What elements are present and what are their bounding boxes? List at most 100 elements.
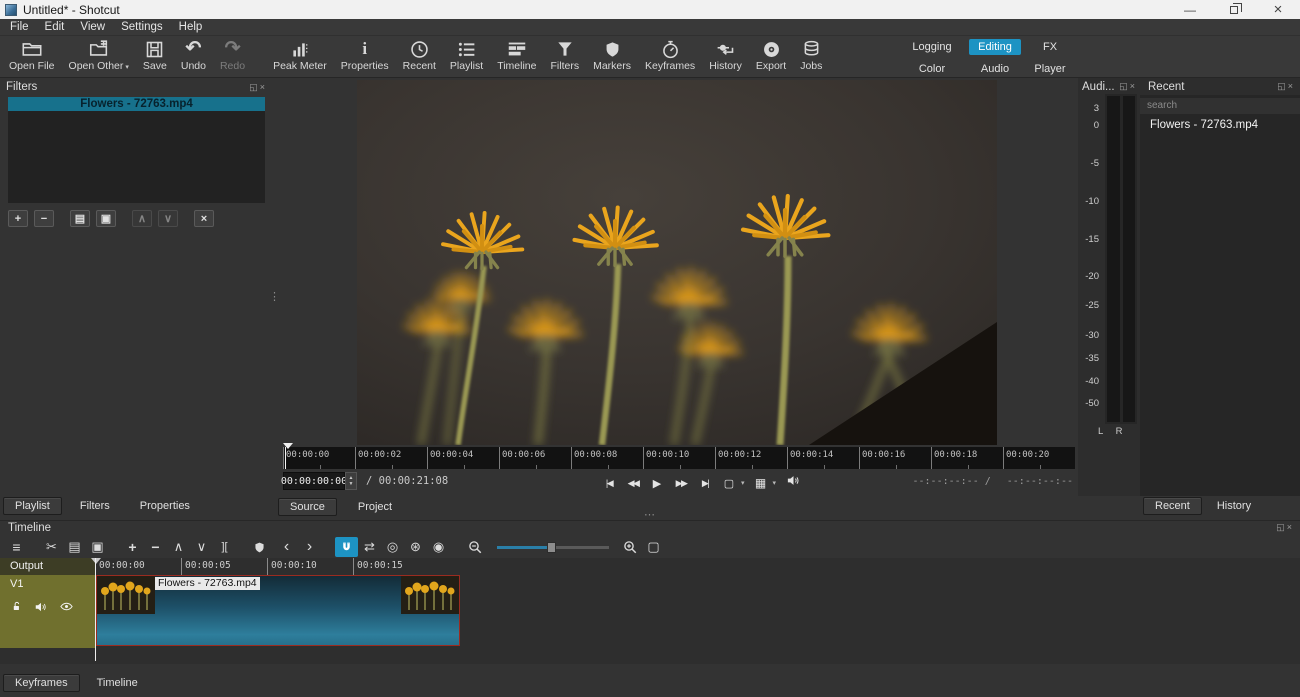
float-panel-icon[interactable]: ◱ <box>1119 81 1130 91</box>
recent-search-input[interactable] <box>1140 98 1300 114</box>
tab-keyframes[interactable]: Keyframes <box>3 674 80 692</box>
player-time-ruler[interactable]: 00:00:0000:00:0200:00:0400:00:0600:00:08… <box>283 447 1075 469</box>
hide-track-button[interactable] <box>59 599 74 614</box>
zoom-out-button[interactable] <box>464 537 487 557</box>
close-panel-icon[interactable]: × <box>1288 81 1295 91</box>
markers-button[interactable]: Markers <box>586 37 638 73</box>
mode-audio[interactable]: Audio <box>972 61 1018 77</box>
paste-button[interactable]: ▣ <box>86 537 109 557</box>
add-filter-button[interactable]: + <box>8 210 28 227</box>
skip-to-end-button[interactable]: ▶| <box>697 478 713 489</box>
remove-filter-button[interactable]: − <box>34 210 54 227</box>
tab-filters[interactable]: Filters <box>68 497 122 515</box>
mode-player[interactable]: Player <box>1025 61 1074 77</box>
split-button[interactable]: ][ <box>213 537 236 557</box>
timeline-ruler[interactable]: 00:00:0000:00:0500:00:1000:00:15 <box>95 558 1300 575</box>
volume-button[interactable] <box>786 473 801 493</box>
menu-item[interactable]: Edit <box>37 21 73 33</box>
position-spinner[interactable]: ▲▼ <box>345 472 357 490</box>
mode-color[interactable]: Color <box>910 61 954 77</box>
v1-track-header[interactable]: V1 <box>0 575 95 648</box>
copy-button[interactable]: ▤ <box>63 537 86 557</box>
mode-fx[interactable]: FX <box>1034 39 1066 55</box>
zoom-fit-button[interactable]: ▢ <box>642 537 665 557</box>
copy-filters-button[interactable]: ▤ <box>70 210 90 227</box>
zoom-in-button[interactable] <box>619 537 642 557</box>
menu-item[interactable]: File <box>2 21 37 33</box>
peak-meter-button[interactable]: Peak Meter <box>266 37 334 73</box>
filters-list[interactable] <box>8 111 265 203</box>
paste-filters-button[interactable]: ▣ <box>96 210 116 227</box>
zoom-slider-thumb[interactable] <box>547 542 556 553</box>
float-panel-icon[interactable]: ◱ <box>1276 522 1287 532</box>
float-panel-icon[interactable]: ◱ <box>1277 81 1288 91</box>
previous-marker-button[interactable]: ‹ <box>275 537 298 557</box>
recent-button[interactable]: Recent <box>396 37 443 73</box>
move-filter-up-button[interactable]: ∧ <box>132 210 152 227</box>
history-button[interactable]: History <box>702 37 749 73</box>
float-panel-icon[interactable]: ◱ <box>249 82 260 92</box>
tab-source[interactable]: Source <box>278 498 337 516</box>
append-button[interactable]: + <box>121 537 144 557</box>
cut-button[interactable]: ✂ <box>40 537 63 557</box>
scrub-while-dragging-button[interactable]: ⇄ <box>358 537 381 557</box>
grid-dropdown-icon[interactable]: ▾ <box>773 479 777 487</box>
menu-item[interactable]: Settings <box>113 21 171 33</box>
properties-button[interactable]: i Properties <box>334 37 396 73</box>
close-panel-icon[interactable]: × <box>1130 81 1137 91</box>
export-button[interactable]: Export <box>749 37 793 73</box>
ripple-all-tracks-button[interactable]: ⊛ <box>404 537 427 557</box>
menu-item[interactable]: Help <box>171 21 211 33</box>
player-playhead[interactable] <box>285 447 286 469</box>
menu-item[interactable]: View <box>72 21 113 33</box>
timeline-zoom-slider[interactable] <box>497 546 609 549</box>
grid-button[interactable]: ▦ <box>753 476 769 490</box>
close-button[interactable]: × <box>1256 0 1300 19</box>
playlist-button[interactable]: Playlist <box>443 37 490 73</box>
tab-recent[interactable]: Recent <box>1143 497 1202 515</box>
overwrite-button[interactable]: ∨ <box>190 537 213 557</box>
close-panel-icon[interactable]: × <box>1287 522 1294 532</box>
timeline-menu-button[interactable]: ≡ <box>5 537 28 557</box>
timeline-playhead-cap[interactable] <box>91 558 101 564</box>
minimize-button[interactable]: — <box>1168 0 1212 19</box>
vertical-splitter-handle[interactable]: ⋮ <box>269 290 280 303</box>
next-marker-button[interactable]: › <box>298 537 321 557</box>
tab-timeline[interactable]: Timeline <box>85 674 150 692</box>
zoom-dropdown-icon[interactable]: ▾ <box>741 479 745 487</box>
tab-properties[interactable]: Properties <box>128 497 202 515</box>
mute-track-button[interactable] <box>34 600 48 614</box>
lift-button[interactable]: ∧ <box>167 537 190 557</box>
close-panel-icon[interactable]: × <box>260 82 267 92</box>
keyframes-button[interactable]: Keyframes <box>638 37 702 73</box>
tab-playlist[interactable]: Playlist <box>3 497 62 515</box>
video-preview[interactable] <box>357 80 997 445</box>
recent-file-item[interactable]: Flowers - 72763.mp4 <box>1140 114 1300 134</box>
lock-track-button[interactable] <box>10 600 23 613</box>
fast-forward-button[interactable]: ▶▶ <box>673 478 689 489</box>
tab-history[interactable]: History <box>1205 497 1263 515</box>
restore-button[interactable] <box>1212 0 1256 19</box>
skip-to-start-button[interactable]: |◀ <box>601 478 617 489</box>
marker-button[interactable] <box>248 537 271 557</box>
save-button[interactable]: Save <box>136 37 174 73</box>
filters-button[interactable]: Filters <box>543 37 586 73</box>
rewind-button[interactable]: ◀◀ <box>625 478 641 489</box>
play-button[interactable]: ▶ <box>649 477 665 490</box>
redo-button[interactable]: ↷ Redo <box>213 37 252 73</box>
deselect-filter-button[interactable]: × <box>194 210 214 227</box>
tab-project[interactable]: Project <box>346 498 404 516</box>
move-filter-down-button[interactable]: ∨ <box>158 210 178 227</box>
ripple-delete-button[interactable]: − <box>144 537 167 557</box>
timeline-button[interactable]: Timeline <box>490 37 543 73</box>
jobs-button[interactable]: Jobs <box>793 37 829 73</box>
undo-button[interactable]: ↶ Undo <box>174 37 213 73</box>
open-other-button[interactable]: Open Other▾ <box>62 37 136 73</box>
mode-editing[interactable]: Editing <box>969 39 1021 55</box>
mode-logging[interactable]: Logging <box>903 39 960 55</box>
timeline-playhead[interactable] <box>95 558 96 661</box>
zoom-fit-toggle-button[interactable]: ▢ <box>721 477 737 490</box>
ripple-button[interactable]: ◎ <box>381 537 404 557</box>
output-track-header[interactable]: Output <box>0 558 95 575</box>
open-file-button[interactable]: Open File <box>2 37 62 73</box>
